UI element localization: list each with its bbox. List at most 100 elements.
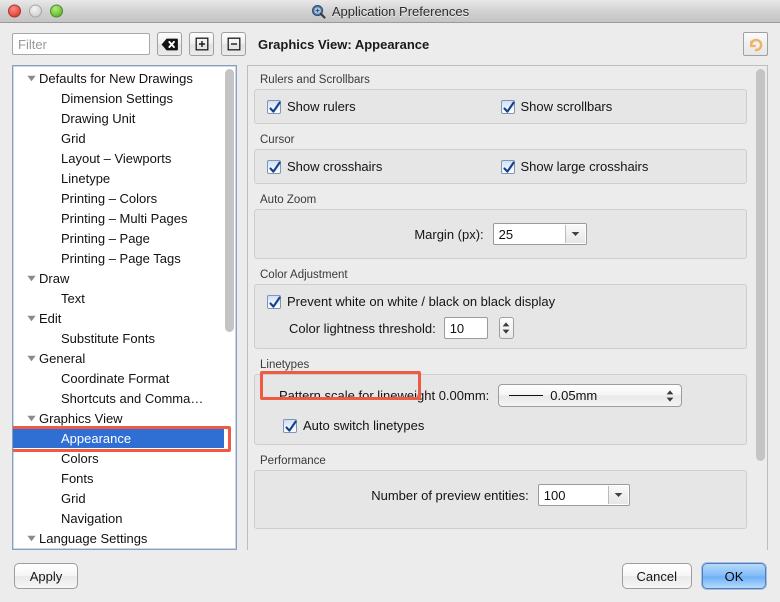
margin-value: 25 <box>499 227 513 242</box>
tree-item-appearance[interactable]: Appearance <box>13 428 224 448</box>
close-button[interactable] <box>8 5 21 18</box>
preview-entities-label: Number of preview entities: <box>371 488 529 503</box>
tree-item-draw[interactable]: Draw <box>13 268 236 288</box>
tree-item-label: Appearance <box>61 431 131 446</box>
chevron-down-icon <box>502 329 510 334</box>
collapse-all-icon <box>227 37 241 51</box>
group-color-adjustment: Color Adjustment Prevent white on white … <box>254 269 747 349</box>
window-titlebar: Application Preferences <box>0 0 780 23</box>
minimize-button[interactable] <box>29 5 42 18</box>
content-area: Defaults for New DrawingsDimension Setti… <box>0 65 780 550</box>
toolbar: Graphics View: Appearance <box>0 23 780 65</box>
settings-vertical-scrollbar[interactable] <box>756 69 765 547</box>
tree-item-label: Linetype <box>61 171 110 186</box>
clear-icon <box>161 38 178 51</box>
tree-item-label: Grid <box>61 491 86 506</box>
group-box-rulers: Show rulers Show scrollbars <box>254 89 747 124</box>
tree-item-label: Text <box>61 291 85 306</box>
show-large-crosshairs-label: Show large crosshairs <box>521 159 649 174</box>
line-sample-icon <box>509 395 543 396</box>
clear-filter-button[interactable] <box>157 32 182 56</box>
disclosure-triangle-icon[interactable] <box>23 415 39 422</box>
apply-button[interactable]: Apply <box>14 563 78 589</box>
tree-item-dimension-settings[interactable]: Dimension Settings <box>13 88 236 108</box>
cancel-button[interactable]: Cancel <box>622 563 692 589</box>
group-title-cursor: Cursor <box>254 134 747 146</box>
settings-scrollbar-thumb[interactable] <box>756 69 765 461</box>
prevent-white-on-white-checkbox[interactable]: Prevent white on white / black on black … <box>267 294 555 309</box>
disclosure-triangle-icon[interactable] <box>23 535 39 542</box>
checkbox-box <box>267 160 281 174</box>
tree-item-language-settings[interactable]: Language Settings <box>13 528 236 548</box>
group-rulers-and-scrollbars: Rulers and Scrollbars Show rulers <box>254 74 747 124</box>
tree-item-label: Substitute Fonts <box>61 331 155 346</box>
stepper-icon <box>666 390 674 402</box>
tree-scrollbar-thumb[interactable] <box>225 69 234 332</box>
checkbox-box <box>267 100 281 114</box>
tree-item-layout-viewports[interactable]: Layout – Viewports <box>13 148 236 168</box>
group-auto-zoom: Auto Zoom Margin (px): 25 <box>254 194 747 259</box>
tree-item-navigation[interactable]: Navigation <box>13 508 236 528</box>
margin-label: Margin (px): <box>414 227 483 242</box>
preview-entities-combobox[interactable]: 100 <box>538 484 630 506</box>
tree-item-shortcuts-and-comma[interactable]: Shortcuts and Comma… <box>13 388 236 408</box>
color-lightness-threshold-label: Color lightness threshold: <box>289 321 436 336</box>
collapse-all-button[interactable] <box>221 32 246 56</box>
group-performance: Performance Number of preview entities: … <box>254 455 747 529</box>
preferences-tree[interactable]: Defaults for New DrawingsDimension Setti… <box>12 65 237 550</box>
tree-item-grid[interactable]: Grid <box>13 128 236 148</box>
ok-button[interactable]: OK <box>702 563 766 589</box>
tree-item-label: Language Settings <box>39 531 147 546</box>
filter-input[interactable] <box>12 33 150 55</box>
tree-item-substitute-fonts[interactable]: Substitute Fonts <box>13 328 236 348</box>
preview-entities-value: 100 <box>544 488 566 503</box>
disclosure-triangle-icon[interactable] <box>23 315 39 322</box>
tree-item-text[interactable]: Text <box>13 288 236 308</box>
tree-item-printing-multi-pages[interactable]: Printing – Multi Pages <box>13 208 236 228</box>
disclosure-triangle-icon[interactable] <box>23 75 39 82</box>
auto-switch-linetypes-checkbox[interactable]: Auto switch linetypes <box>279 416 430 435</box>
chevron-down-icon <box>608 486 628 504</box>
zoom-button[interactable] <box>50 5 63 18</box>
tree-scroll-area: Defaults for New DrawingsDimension Setti… <box>13 66 236 549</box>
auto-switch-linetypes-label: Auto switch linetypes <box>303 418 424 433</box>
show-scrollbars-checkbox[interactable]: Show scrollbars <box>501 99 735 114</box>
tree-item-printing-page-tags[interactable]: Printing – Page Tags <box>13 248 236 268</box>
tree-item-label: Edit <box>39 311 61 326</box>
group-cursor: Cursor Show crosshairs <box>254 134 747 184</box>
tree-item-label: Fonts <box>61 471 94 486</box>
tree-item-defaults-for-new-drawings[interactable]: Defaults for New Drawings <box>13 68 236 88</box>
tree-item-grid[interactable]: Grid <box>13 488 236 508</box>
show-crosshairs-checkbox[interactable]: Show crosshairs <box>267 159 501 174</box>
tree-item-colors[interactable]: Colors <box>13 448 236 468</box>
tree-item-graphics-view[interactable]: Graphics View <box>13 408 236 428</box>
show-rulers-checkbox[interactable]: Show rulers <box>267 99 501 114</box>
checkmark-icon <box>268 98 282 116</box>
tree-item-printing-colors[interactable]: Printing – Colors <box>13 188 236 208</box>
tree-item-fonts[interactable]: Fonts <box>13 468 236 488</box>
margin-combobox[interactable]: 25 <box>493 223 587 245</box>
reset-to-defaults-button[interactable] <box>743 32 768 56</box>
tree-item-drawing-unit[interactable]: Drawing Unit <box>13 108 236 128</box>
show-large-crosshairs-checkbox[interactable]: Show large crosshairs <box>501 159 735 174</box>
show-crosshairs-label: Show crosshairs <box>287 159 382 174</box>
pattern-scale-popup[interactable]: 0.05mm <box>498 384 682 407</box>
expand-all-button[interactable] <box>189 32 214 56</box>
tree-vertical-scrollbar[interactable] <box>225 68 234 547</box>
tree-item-general[interactable]: General <box>13 348 236 368</box>
disclosure-triangle-icon[interactable] <box>23 275 39 282</box>
threshold-stepper[interactable] <box>499 317 514 339</box>
chevron-down-icon <box>565 225 585 243</box>
disclosure-triangle-icon[interactable] <box>23 355 39 362</box>
tree-item-printing-page[interactable]: Printing – Page <box>13 228 236 248</box>
tree-item-label: Printing – Page Tags <box>61 251 181 266</box>
color-lightness-threshold-input[interactable]: 10 <box>444 317 488 339</box>
tree-item-linetype[interactable]: Linetype <box>13 168 236 188</box>
tree-item-label: Graphics View <box>39 411 123 426</box>
tree-item-label: Drawing Unit <box>61 111 135 126</box>
tree-item-coordinate-format[interactable]: Coordinate Format <box>13 368 236 388</box>
group-title-color-adjustment: Color Adjustment <box>254 269 747 281</box>
tree-item-language[interactable]: Language <box>13 548 236 549</box>
tree-item-edit[interactable]: Edit <box>13 308 236 328</box>
tree-item-label: Coordinate Format <box>61 371 169 386</box>
